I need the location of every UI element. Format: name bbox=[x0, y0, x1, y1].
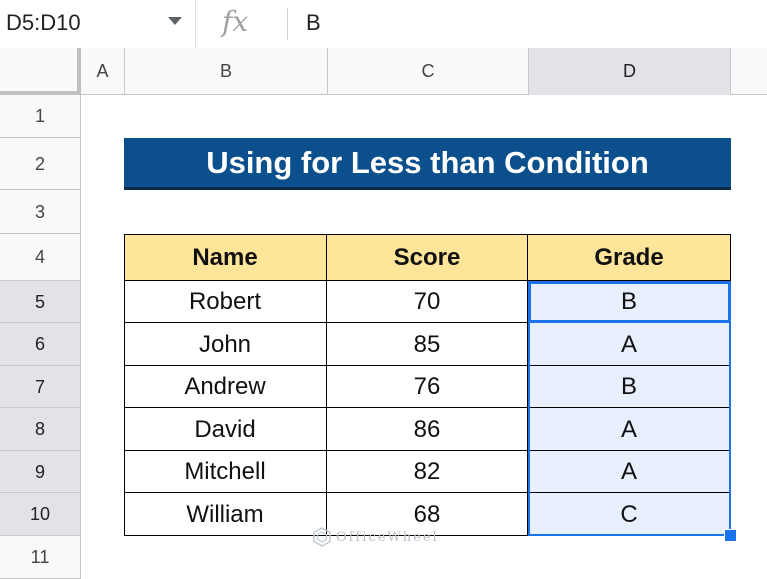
table-cell-grade[interactable]: B bbox=[528, 281, 731, 323]
page-title[interactable]: Using for Less than Condition bbox=[124, 138, 731, 190]
table-cell-name[interactable]: William bbox=[124, 493, 327, 536]
table-header-cell[interactable]: Score bbox=[327, 234, 528, 281]
table-cell-name[interactable]: Robert bbox=[124, 281, 327, 323]
fx-icon: fx bbox=[222, 5, 249, 38]
row-header-5[interactable]: 5 bbox=[0, 281, 81, 323]
table-cell-grade[interactable]: A bbox=[528, 451, 731, 493]
table-cell-name[interactable]: Andrew bbox=[124, 366, 327, 408]
fill-handle[interactable] bbox=[724, 529, 737, 542]
column-header-a[interactable]: A bbox=[81, 48, 125, 95]
column-header-c[interactable]: C bbox=[328, 48, 529, 95]
formula-input[interactable]: B bbox=[306, 10, 321, 36]
row-header-7[interactable]: 7 bbox=[0, 366, 81, 408]
row-header-3[interactable]: 3 bbox=[0, 190, 81, 234]
table-cell-name[interactable]: John bbox=[124, 323, 327, 366]
name-box-value: D5:D10 bbox=[6, 10, 81, 35]
row-header-4[interactable]: 4 bbox=[0, 234, 81, 281]
row-header-8[interactable]: 8 bbox=[0, 408, 81, 451]
row-header-1[interactable]: 1 bbox=[0, 95, 81, 138]
row-header-9[interactable]: 9 bbox=[0, 451, 81, 493]
watermark: OfficeWheel bbox=[336, 530, 439, 545]
formula-divider bbox=[287, 8, 288, 40]
table-header-cell[interactable]: Grade bbox=[528, 234, 731, 281]
table-cell-grade[interactable]: A bbox=[528, 323, 731, 366]
table-cell-score[interactable]: 86 bbox=[327, 408, 528, 451]
table-cell-score[interactable]: 76 bbox=[327, 366, 528, 408]
column-header-d[interactable]: D bbox=[529, 48, 731, 95]
table-cell-name[interactable]: David bbox=[124, 408, 327, 451]
officewheel-logo-icon bbox=[313, 527, 331, 547]
row-header-2[interactable]: 2 bbox=[0, 138, 81, 190]
row-header-6[interactable]: 6 bbox=[0, 323, 81, 366]
table-cell-score[interactable]: 70 bbox=[327, 281, 528, 323]
select-all-corner[interactable] bbox=[0, 48, 81, 95]
name-box[interactable]: D5:D10 bbox=[0, 0, 196, 48]
row-header-10[interactable]: 10 bbox=[0, 493, 81, 536]
column-header-e[interactable] bbox=[731, 48, 767, 95]
row-header-11[interactable]: 11 bbox=[0, 536, 81, 579]
table-header-cell[interactable]: Name bbox=[124, 234, 327, 281]
table-cell-score[interactable]: 85 bbox=[327, 323, 528, 366]
table-cell-score[interactable]: 82 bbox=[327, 451, 528, 493]
chevron-down-icon[interactable] bbox=[168, 17, 182, 25]
table-cell-name[interactable]: Mitchell bbox=[124, 451, 327, 493]
formula-bar: D5:D10 fx B bbox=[0, 0, 767, 49]
table-cell-grade[interactable]: A bbox=[528, 408, 731, 451]
column-header-b[interactable]: B bbox=[125, 48, 328, 95]
table-cell-grade[interactable]: B bbox=[528, 366, 731, 408]
table-cell-grade[interactable]: C bbox=[528, 493, 731, 536]
